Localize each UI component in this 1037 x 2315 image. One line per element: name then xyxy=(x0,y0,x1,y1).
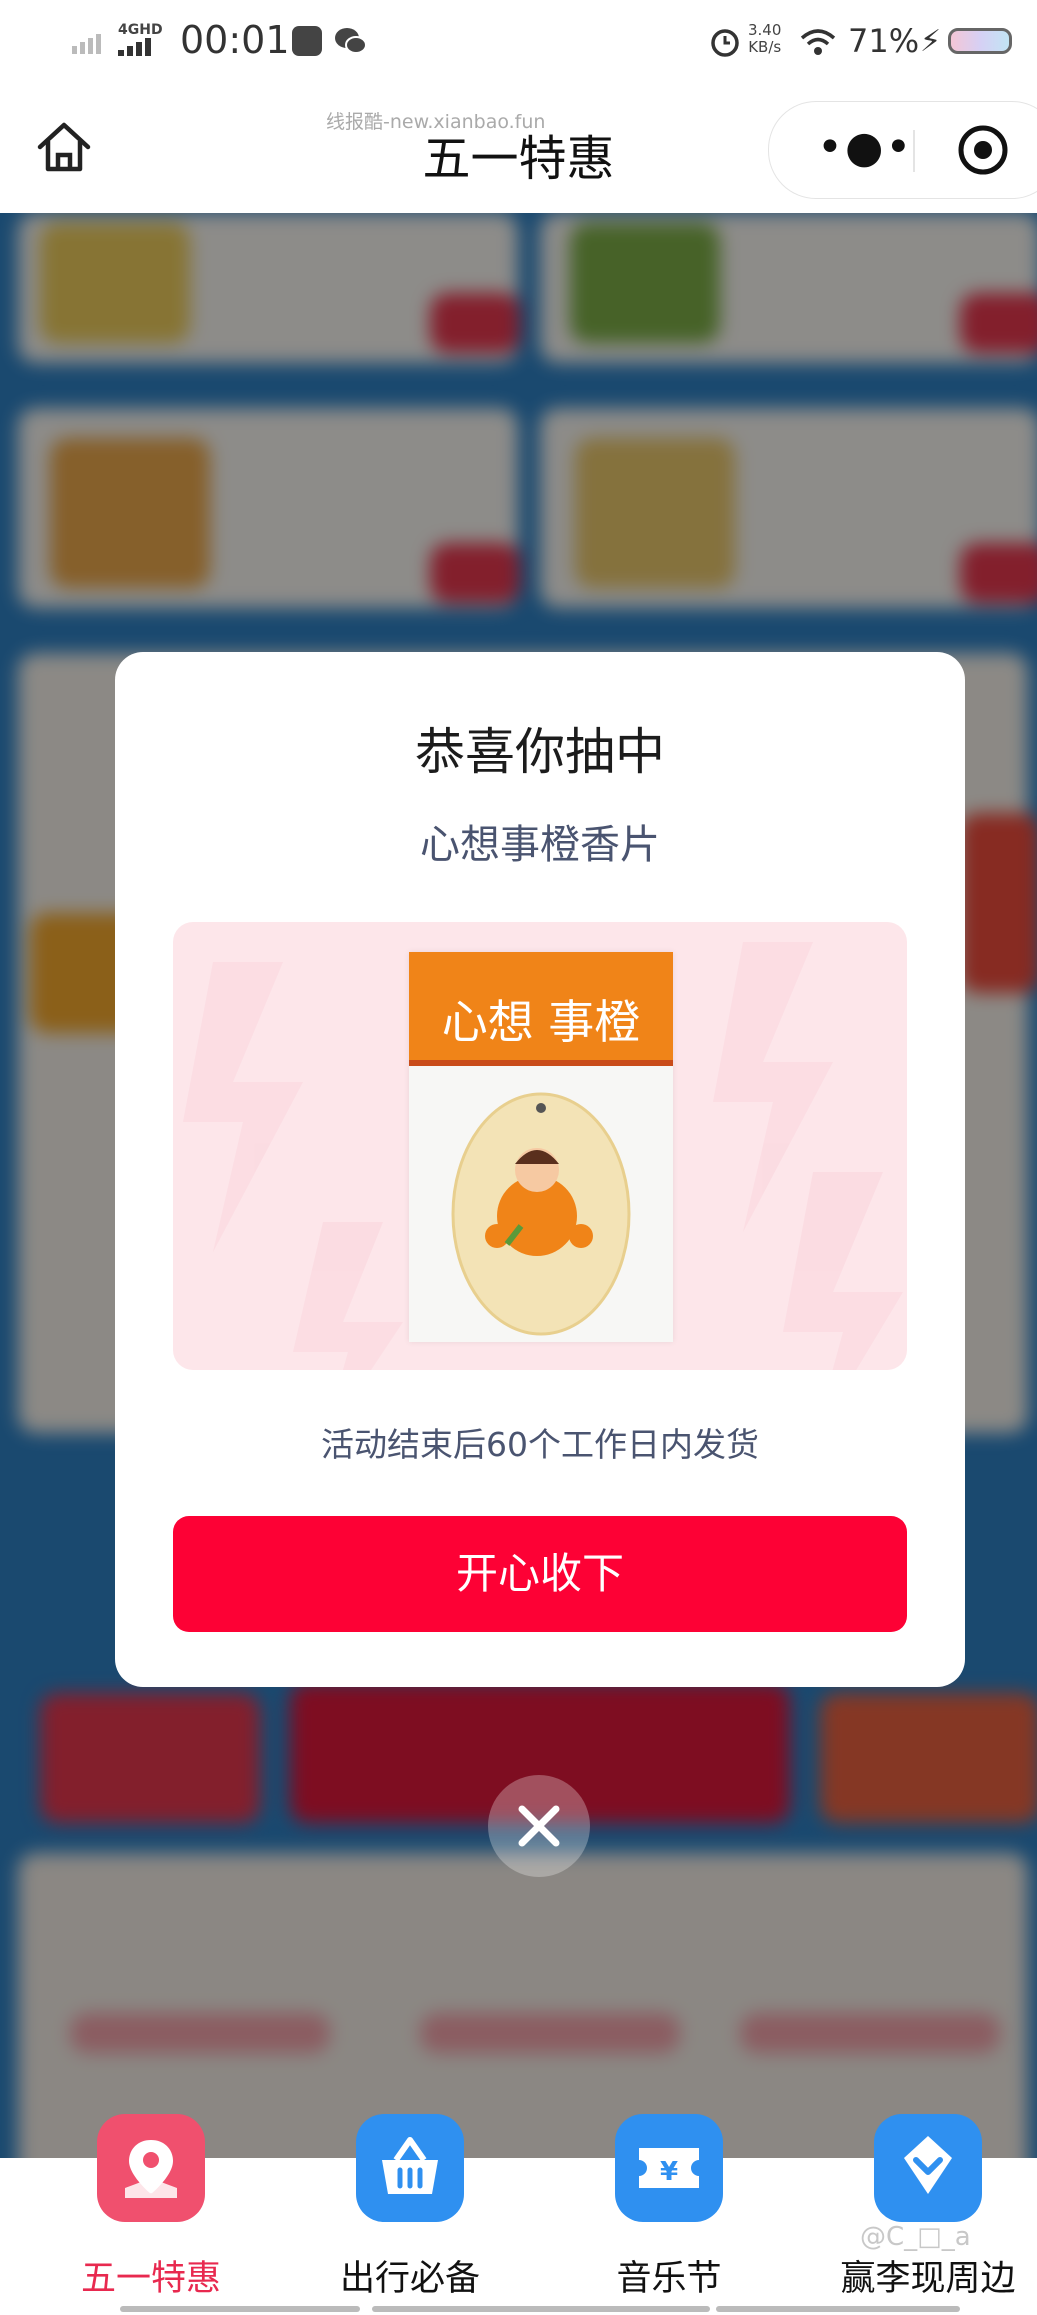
tab-label: 出行必备 xyxy=(339,2259,480,2299)
net-speed: 3.40 KB/s xyxy=(748,21,782,56)
shipping-note: 活动结束后60个工作日内发货 xyxy=(321,1425,759,1464)
close-miniprogram-icon[interactable] xyxy=(957,124,1009,176)
tab-label: 赢李现周边 xyxy=(840,2259,1016,2299)
prize-image-area: 心想 事橙 xyxy=(173,922,907,1370)
tab-chuxing-bibei[interactable]: 出行必备 xyxy=(310,2114,510,2301)
wechat-icon xyxy=(335,28,367,54)
signal-strong-icon xyxy=(118,38,151,56)
tab-label: 五一特惠 xyxy=(80,2259,221,2299)
close-icon xyxy=(518,1805,560,1847)
miniprogram-capsule: •●• xyxy=(768,101,1037,199)
basket-icon xyxy=(356,2114,464,2222)
product-package: 心想 事橙 xyxy=(409,952,673,1342)
clock: 00:01 xyxy=(180,18,290,62)
more-icon[interactable]: •●• xyxy=(817,126,913,170)
tab-label: 音乐节 xyxy=(616,2259,722,2299)
svg-text:¥: ¥ xyxy=(660,2157,678,2187)
scroll-indicator xyxy=(716,2306,960,2312)
map-pin-icon xyxy=(97,2114,205,2222)
notification-app-icon xyxy=(292,26,322,56)
charging-icon: ⚡ xyxy=(920,24,942,59)
air-freshener-card xyxy=(451,1092,631,1336)
scroll-indicator xyxy=(372,2306,710,2312)
tab-yinyuejie[interactable]: ¥ 音乐节 xyxy=(569,2114,769,2301)
ticket-icon: ¥ xyxy=(615,2114,723,2222)
status-bar: 4GHD 00:01 3.40 KB/s 71% ⚡ xyxy=(0,0,1037,85)
prize-name: 心想事橙香片 xyxy=(420,822,660,868)
corner-watermark: @C_□_a xyxy=(860,2222,971,2252)
tab-li-xian-merch[interactable]: 赢李现周边 xyxy=(828,2114,1028,2301)
capsule-divider xyxy=(913,130,915,172)
battery-icon xyxy=(948,28,1012,54)
scroll-indicator xyxy=(120,2306,360,2312)
wifi-icon xyxy=(800,29,836,55)
nav-bar: 线报酷-new.xianbao.fun 五一特惠 •●• xyxy=(0,85,1037,213)
battery-percent: 71% xyxy=(848,22,920,60)
product-brand-text: 心想 事橙 xyxy=(441,995,641,1049)
diamond-icon xyxy=(874,2114,982,2222)
network-type: 4GHD xyxy=(118,22,163,60)
tab-wuyi-tehui[interactable]: 五一特惠 xyxy=(51,2114,251,2301)
alarm-icon xyxy=(711,29,739,57)
dialog-title: 恭喜你抽中 xyxy=(415,723,665,781)
close-dialog-button[interactable] xyxy=(488,1775,590,1877)
signal-weak-icon xyxy=(72,34,101,54)
accept-prize-button[interactable]: 开心收下 xyxy=(173,1516,907,1632)
prize-dialog: 恭喜你抽中 心想事橙香片 心想 事橙 活动结束后60个工作日内发货 开心收下 xyxy=(115,652,965,1687)
